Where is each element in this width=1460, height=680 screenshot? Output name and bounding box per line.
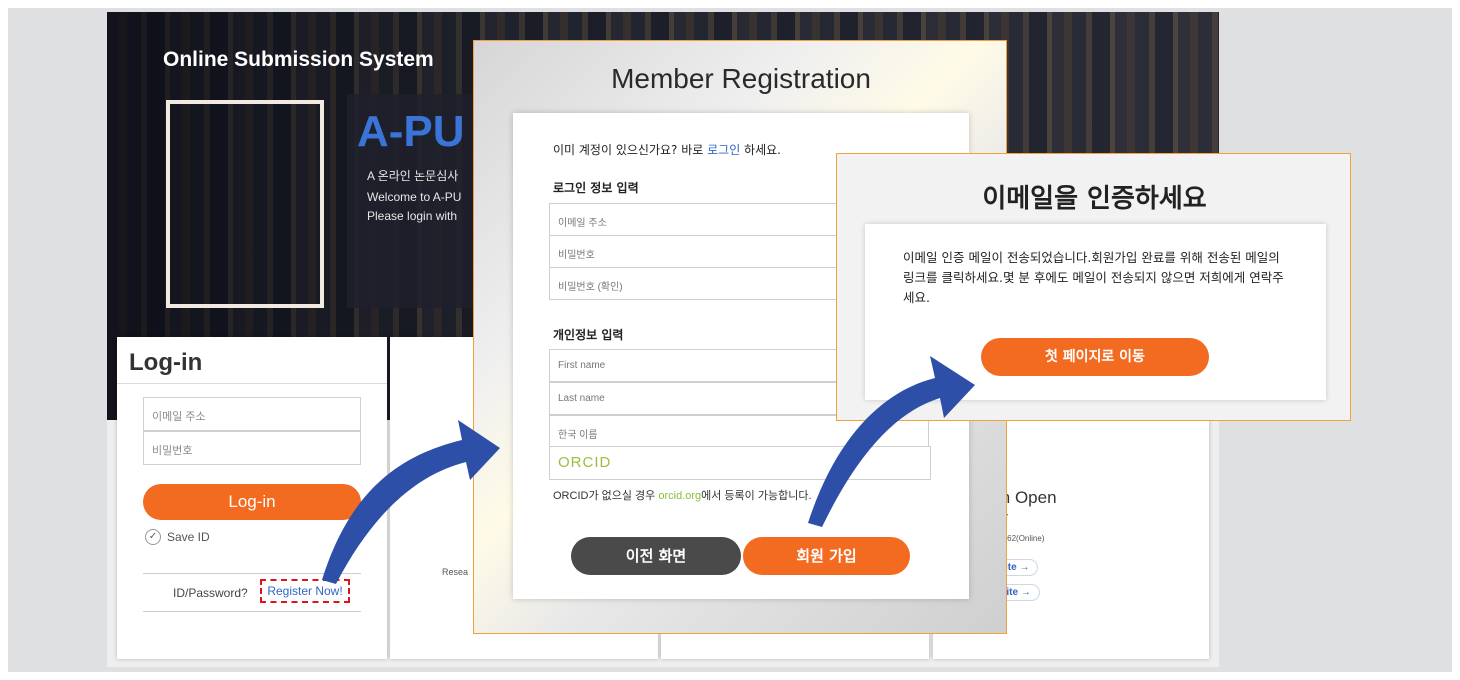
personal-info-heading: 개인정보 입력 bbox=[553, 328, 624, 342]
login-link[interactable]: 로그인 bbox=[707, 143, 740, 157]
system-title: Online Submission System bbox=[163, 48, 434, 71]
divider bbox=[143, 611, 361, 612]
email-verification-message: 이메일 인증 메일이 전송되었습니다.회원가입 완료를 위해 전송된 메일의 링… bbox=[903, 250, 1284, 305]
email-verification-body: 이메일 인증 메일이 전송되었습니다.회원가입 완료를 위해 전송된 메일의 링… bbox=[865, 224, 1326, 400]
previous-screen-button[interactable]: 이전 화면 bbox=[571, 537, 741, 575]
id-password-link[interactable]: ID/Password? bbox=[173, 586, 248, 600]
check-icon: ✓ bbox=[145, 529, 161, 545]
orcid-link[interactable]: orcid.org bbox=[658, 490, 701, 502]
hero-image-frame bbox=[166, 100, 324, 308]
divider bbox=[117, 383, 387, 384]
login-password-input[interactable]: 비밀번호 bbox=[143, 431, 361, 465]
login-info-heading: 로그인 정보 입력 bbox=[553, 181, 639, 195]
brand-logo-text: A-PU bbox=[357, 107, 465, 156]
save-id-label: Save ID bbox=[167, 530, 210, 544]
register-now-link[interactable]: Register Now! bbox=[260, 579, 350, 603]
email-verification-modal: 이메일을 인증하세요 이메일 인증 메일이 전송되었습니다.회원가입 완료를 위… bbox=[836, 153, 1351, 421]
login-button[interactable]: Log-in bbox=[143, 484, 361, 520]
divider bbox=[143, 573, 361, 574]
orcid-note: ORCID가 없으실 경우 orcid.org에서 등록이 가능합니다. bbox=[553, 490, 812, 502]
card-text: Resea bbox=[442, 567, 469, 577]
hero-line-1: A 온라인 논문심사 bbox=[367, 169, 459, 183]
go-to-first-page-button[interactable]: 첫 페이지로 이동 bbox=[981, 338, 1209, 376]
login-card: Log-in 이메일 주소 비밀번호 Log-in ✓ Save ID ID/P… bbox=[117, 337, 387, 659]
registration-title: Member Registration bbox=[611, 63, 871, 94]
orcid-input[interactable]: ORCID bbox=[549, 446, 931, 480]
orcid-logo: ORCID bbox=[558, 454, 612, 471]
signup-button[interactable]: 회원 가입 bbox=[743, 537, 910, 575]
hero-line-2: Welcome to A-PU bbox=[367, 190, 462, 204]
hero-line-3: Please login with bbox=[367, 209, 458, 223]
login-prompt: 이미 계정이 있으신가요? 바로 로그인 하세요. bbox=[553, 143, 781, 157]
login-email-input[interactable]: 이메일 주소 bbox=[143, 397, 361, 431]
login-title: Log-in bbox=[129, 349, 203, 376]
save-id-checkbox[interactable]: ✓ Save ID bbox=[145, 529, 210, 545]
email-verification-title: 이메일을 인증하세요 bbox=[982, 184, 1207, 214]
